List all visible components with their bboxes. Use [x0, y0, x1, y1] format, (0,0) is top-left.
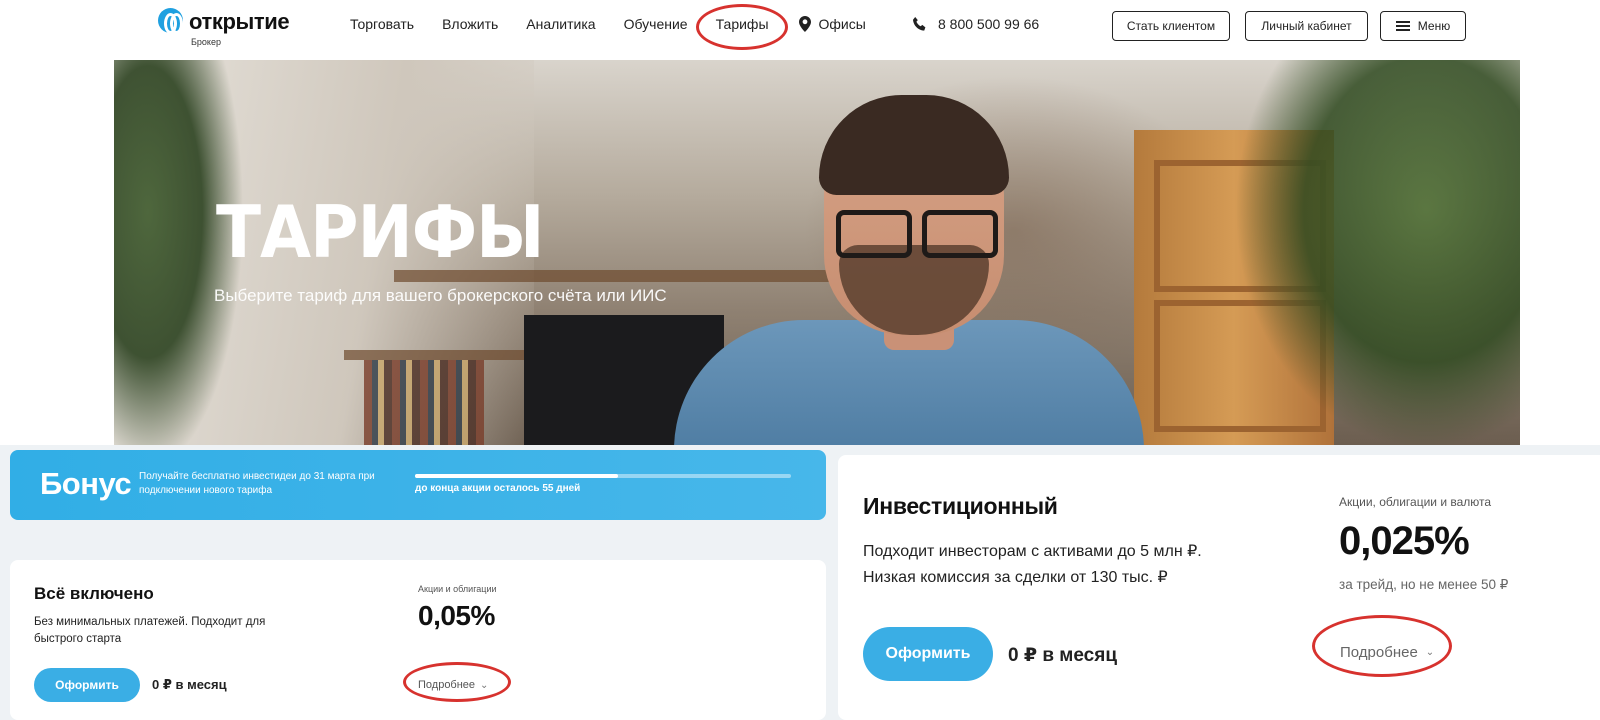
bonus-title: Бонус [40, 466, 132, 501]
nav-item-invest[interactable]: Вложить [442, 16, 498, 32]
chevron-down-icon: ⌄ [1425, 647, 1435, 658]
menu-button[interactable]: Меню [1380, 11, 1466, 41]
hero-plant-right [1234, 60, 1520, 445]
tariff-card-investment: Инвестиционный Подходит инвесторам с акт… [838, 455, 1600, 720]
hero-books [364, 360, 484, 445]
phone-label: 8 800 500 99 66 [938, 16, 1040, 32]
nav-item-education[interactable]: Обучение [624, 16, 688, 32]
logo-icon [158, 8, 183, 34]
logo-text: открытие [189, 9, 290, 34]
hamburger-icon [1395, 21, 1410, 31]
bonus-remaining: до конца акции осталось 55 дней [415, 483, 581, 494]
tariff-description: Подходит инвесторам с активами до 5 млн … [863, 539, 1223, 591]
chevron-down-icon: ⌄ [480, 679, 489, 691]
bonus-progress-fill [415, 474, 619, 478]
bonus-banner[interactable]: Бонус Получайте бесплатно инвестидеи до … [10, 450, 826, 520]
bonus-progress-bar [415, 474, 791, 478]
tariff-description-line: Низкая комиссия за сделки от 130 тыс. ₽ [863, 569, 1168, 586]
phone-icon [913, 17, 926, 31]
tariff-price: 0 ₽ в месяц [1008, 645, 1118, 666]
apply-button[interactable]: Оформить [34, 668, 140, 702]
logo[interactable]: открытие Брокер [158, 6, 308, 48]
nav-offices-label: Офисы [818, 16, 866, 32]
logo-subtitle: Брокер [191, 37, 221, 47]
nav-item-trade[interactable]: Торговать [350, 16, 414, 32]
page-subtitle: Выберите тариф для вашего брокерского сч… [214, 286, 667, 305]
tariff-rate-caption: Акции, облигации и валюта [1339, 495, 1492, 509]
more-link[interactable]: Подробнее ⌄ [418, 679, 488, 691]
hero-banner: ТАРИФЫ Выберите тариф для вашего брокерс… [114, 60, 1520, 445]
nav-item-analytics[interactable]: Аналитика [526, 16, 595, 32]
main-nav: Торговать Вложить Аналитика Обучение Тар… [350, 4, 894, 50]
tariff-rate-caption: Акции и облигации [418, 584, 497, 594]
tariff-rate: 0,05% [418, 600, 495, 631]
tariff-price: 0 ₽ в месяц [152, 677, 227, 692]
site-header: открытие Брокер Торговать Вложить Аналит… [0, 0, 1600, 60]
nav-item-offices[interactable]: Офисы [798, 16, 866, 32]
become-client-button[interactable]: Стать клиентом [1112, 11, 1230, 41]
hero-person-glasses [836, 210, 998, 258]
apply-button[interactable]: Оформить [863, 627, 993, 681]
tariff-rate-note: за трейд, но не менее 50 ₽ [1339, 577, 1509, 592]
tariff-card-all-inclusive: Всё включено Без минимальных платежей. П… [10, 560, 826, 720]
nav-item-tariffs[interactable]: Тарифы [695, 4, 788, 50]
more-link[interactable]: Подробнее ⌄ [1340, 644, 1434, 661]
hero-shelf-lower [344, 350, 554, 360]
tariff-title: Инвестиционный [863, 493, 1058, 519]
menu-button-label: Меню [1417, 19, 1451, 33]
pin-icon [798, 16, 811, 32]
personal-cabinet-button[interactable]: Личный кабинет [1245, 11, 1368, 41]
page-title: ТАРИФЫ [216, 190, 545, 275]
phone-number[interactable]: 8 800 500 99 66 [912, 16, 1039, 32]
more-link-label: Подробнее [1340, 644, 1418, 661]
tariff-description-line: Подходит инвесторам с активами до 5 млн … [863, 543, 1202, 560]
bonus-text: Получайте бесплатно инвестидеи до 31 мар… [139, 471, 375, 496]
tariff-title: Всё включено [34, 584, 154, 603]
more-link-label: Подробнее [418, 679, 476, 691]
tariff-rate: 0,025% [1339, 519, 1470, 563]
hero-person-hair [819, 95, 1009, 195]
tariff-description: Без минимальных платежей. Подходит для б… [34, 616, 266, 645]
